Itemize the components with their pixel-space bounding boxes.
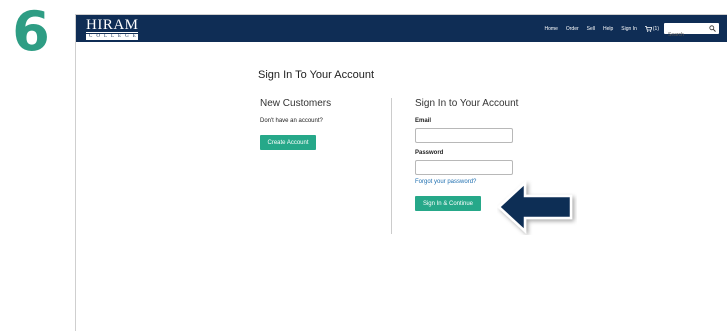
sign-in-continue-button[interactable]: Sign In & Continue — [415, 196, 481, 211]
search-box — [664, 23, 719, 41]
column-divider — [391, 98, 392, 234]
top-navigation-bar: HIRAM COLLEGE Home Order Sell Help Sign … — [76, 15, 727, 42]
browser-screenshot: HIRAM COLLEGE Home Order Sell Help Sign … — [75, 14, 727, 331]
password-field[interactable] — [415, 160, 513, 175]
nav-sell[interactable]: Sell — [587, 26, 595, 32]
nav-sign-in[interactable]: Sign In — [621, 26, 637, 32]
sign-in-heading: Sign In to Your Account — [415, 98, 519, 109]
cart-icon — [644, 25, 652, 32]
arrow-left-icon — [497, 180, 573, 234]
logo-subtitle: COLLEGE — [86, 34, 138, 40]
email-field[interactable] — [415, 128, 513, 143]
hiram-college-logo[interactable]: HIRAM COLLEGE — [86, 17, 142, 40]
no-account-prompt: Don't have an account? — [260, 118, 323, 124]
forgot-password-link[interactable]: Forgot your password? — [415, 179, 476, 185]
nav-help[interactable]: Help — [603, 26, 613, 32]
create-account-button[interactable]: Create Account — [260, 135, 316, 150]
search-input[interactable] — [664, 29, 708, 41]
logo-wordmark: HIRAM — [86, 17, 139, 33]
nav-home[interactable]: Home — [545, 26, 558, 32]
step-number: 6 — [12, 0, 50, 63]
cart-count: (1) — [652, 25, 659, 32]
search-icon[interactable] — [709, 25, 716, 32]
email-label: Email — [415, 118, 432, 124]
new-customers-heading: New Customers — [260, 98, 332, 109]
nav-order[interactable]: Order — [566, 26, 579, 32]
cart-link[interactable]: (1) — [644, 25, 659, 32]
nav-menu: Home Order Sell Help Sign In (1) — [537, 21, 719, 41]
page-title: Sign In To Your Account — [258, 69, 374, 81]
password-label: Password — [415, 150, 444, 156]
